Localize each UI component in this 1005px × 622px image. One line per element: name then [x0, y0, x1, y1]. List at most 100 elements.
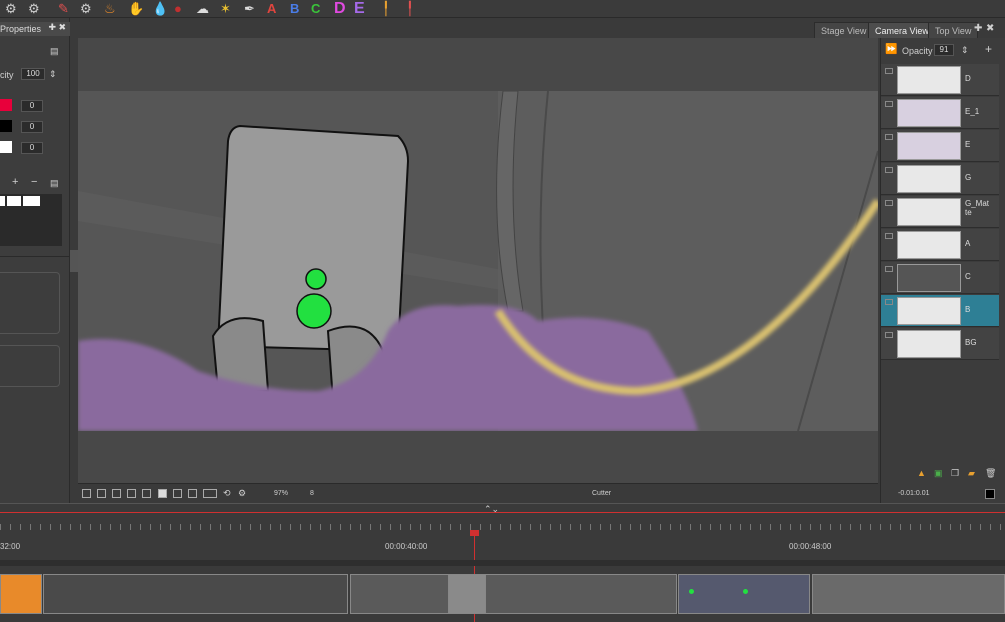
color-swatch-white[interactable] [0, 141, 12, 153]
time-ruler[interactable] [0, 524, 1005, 530]
tab-camera-view[interactable]: Camera View [868, 22, 936, 38]
letter-a-tool[interactable]: A [267, 1, 276, 16]
top-toolbar: ⚙ ⚙ ✎ ⚙ ♨ ✋ 💧 ● ☁ ✶ ✒ A B C D E ╿ ╿ [0, 0, 1005, 18]
layer-row-e[interactable]: E [881, 130, 999, 162]
pen-icon[interactable]: ✒ [244, 1, 255, 16]
brush-red-icon[interactable]: ╿ [406, 1, 414, 16]
letter-d-tool[interactable]: D [334, 1, 346, 17]
view-option-icon[interactable] [173, 489, 182, 498]
layer-row-a[interactable]: A [881, 229, 999, 261]
view-option-icon[interactable] [127, 489, 136, 498]
layer-row-g[interactable]: G [881, 163, 999, 195]
palette-swatch[interactable] [7, 196, 21, 206]
layer-name: D [965, 74, 971, 83]
visibility-toggle[interactable] [885, 68, 893, 74]
trash-icon[interactable]: 🗑 [985, 468, 996, 479]
drop-icon[interactable]: 💧 [152, 1, 168, 16]
properties-title: Properties [0, 24, 42, 34]
reset-icon[interactable]: ⟲ [223, 488, 231, 499]
zoom-value[interactable]: 97% [274, 490, 288, 497]
layer-name: G_Matte [965, 199, 990, 217]
layer-name: A [965, 239, 971, 248]
add-layer-icon[interactable]: + [985, 42, 992, 56]
drop-red-icon[interactable]: ● [174, 1, 182, 16]
cloud-icon[interactable]: ☁ [196, 1, 209, 16]
layer-row-d[interactable]: D [881, 64, 999, 96]
add-icon[interactable]: ✚ [48, 22, 56, 33]
storyboard-clip[interactable] [678, 574, 810, 614]
menu-icon[interactable]: ▤ [50, 178, 59, 189]
storyboard-clip[interactable] [0, 574, 42, 614]
spinner-icon[interactable]: ⇕ [49, 69, 57, 80]
gear-icon[interactable]: ⚙ [80, 1, 92, 16]
timecode-icon[interactable] [203, 489, 217, 498]
add-icon[interactable]: + [12, 176, 18, 188]
add-icon[interactable]: ✚ [974, 23, 982, 34]
tab-top-view[interactable]: Top View [928, 22, 979, 38]
visibility-toggle[interactable] [885, 134, 893, 140]
sparkle-icon[interactable]: ✶ [220, 1, 231, 16]
collapse-icon[interactable]: ⌃⌄ [484, 504, 499, 515]
view-option-icon[interactable] [82, 489, 91, 498]
pencil-tool-icon[interactable]: ✎ [58, 1, 69, 16]
palette-swatch[interactable] [0, 196, 5, 206]
visibility-toggle[interactable] [885, 200, 893, 206]
gear-icon[interactable]: ⚙ [28, 1, 40, 16]
panel-collapse-handle[interactable] [70, 250, 78, 272]
visibility-toggle[interactable] [885, 299, 893, 305]
spinner-icon[interactable]: ⇕ [961, 45, 969, 56]
brush-icon[interactable]: ╿ [382, 1, 390, 16]
timecode-tick: 00:00:40:00 [385, 542, 428, 551]
color-indicator[interactable] [985, 489, 995, 499]
visibility-toggle[interactable] [885, 332, 893, 338]
view-option-icon[interactable] [97, 489, 106, 498]
layer-row-bg[interactable]: BG [881, 328, 999, 360]
layer-opacity-field[interactable]: 91 [934, 44, 954, 56]
duplicate-icon[interactable]: ❐ [951, 468, 959, 479]
rotate-icon[interactable]: ⚙ [238, 488, 246, 499]
folder-icon[interactable]: ▰ [968, 468, 975, 479]
visibility-toggle[interactable] [885, 101, 893, 107]
letter-b-tool[interactable]: B [290, 1, 299, 16]
close-icon[interactable]: ✖ [986, 23, 994, 34]
storyboard-clip[interactable] [43, 574, 348, 614]
hand-icon[interactable]: ✋ [128, 1, 144, 16]
expand-icon[interactable]: ⏩ [885, 44, 897, 55]
menu-icon[interactable]: ▤ [50, 46, 59, 57]
color-swatch-red[interactable] [0, 99, 12, 111]
view-option-icon[interactable] [142, 489, 151, 498]
camera-frame[interactable] [78, 91, 878, 431]
timecode-tick: 00:00:48:00 [789, 542, 832, 551]
minus-icon[interactable]: − [31, 176, 37, 188]
layer-row-e1[interactable]: E_1 [881, 97, 999, 129]
storyboard-clip-current[interactable] [448, 574, 486, 614]
layer-row-g-matte[interactable]: G_Matte [881, 196, 999, 228]
white-value-field[interactable]: 0 [21, 142, 43, 154]
black-value-field[interactable]: 0 [21, 121, 43, 133]
visibility-toggle[interactable] [885, 266, 893, 272]
view-option-icon[interactable] [158, 489, 167, 498]
new-layer-icon[interactable]: ▲ [917, 468, 926, 478]
letter-c-tool[interactable]: C [311, 1, 320, 16]
layer-name: B [965, 305, 971, 314]
gear-icon[interactable]: ⚙ [5, 1, 17, 16]
red-value-field[interactable]: 0 [21, 100, 43, 112]
layer-row-b[interactable]: B [881, 295, 999, 327]
tab-stage-view[interactable]: Stage View [814, 22, 874, 38]
letter-e-tool[interactable]: E [354, 1, 365, 17]
view-option-icon[interactable] [112, 489, 121, 498]
view-option-icon[interactable] [188, 489, 197, 498]
playhead-handle[interactable] [470, 530, 479, 536]
color-swatch-black[interactable] [0, 120, 12, 132]
storyboard-clip[interactable] [812, 574, 1005, 614]
visibility-toggle[interactable] [885, 233, 893, 239]
close-icon[interactable]: ✖ [58, 22, 66, 33]
visibility-toggle[interactable] [885, 167, 893, 173]
layer-row-c[interactable]: C [881, 262, 999, 294]
opacity-field[interactable]: 100 [21, 68, 45, 80]
storyboard-clip[interactable] [350, 574, 677, 614]
image-layer-icon[interactable]: ▣ [934, 468, 943, 479]
palette-area[interactable] [0, 194, 62, 246]
paint-icon[interactable]: ♨ [104, 1, 116, 16]
palette-swatch[interactable] [23, 196, 40, 206]
